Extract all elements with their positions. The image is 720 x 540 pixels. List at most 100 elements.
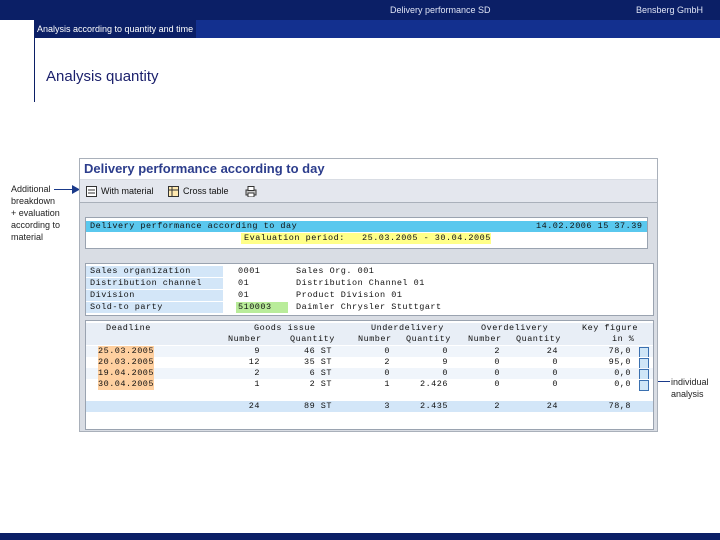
selection-label: Sales organization bbox=[90, 266, 191, 276]
page-title: Analysis quantity bbox=[46, 68, 159, 85]
callout-left-line: breakdown bbox=[11, 196, 56, 206]
sub-quantity: Quantity bbox=[290, 334, 335, 344]
row-od-number: 0 bbox=[494, 368, 500, 378]
row-gi-quantity: 46 ST bbox=[303, 346, 332, 356]
report-window-title: Delivery performance according to day bbox=[80, 159, 657, 179]
header-center-title: Delivery performance SD bbox=[390, 5, 491, 15]
row-od-quantity: 0 bbox=[552, 368, 558, 378]
row-ud-number: 1 bbox=[384, 379, 390, 389]
selection-criteria: Sales organization 0001 Sales Org. 001 D… bbox=[85, 263, 654, 316]
row-ud-quantity: 0 bbox=[442, 346, 448, 356]
selection-value: 01 bbox=[238, 278, 250, 288]
row-od-number: 0 bbox=[494, 357, 500, 367]
report-toolbar: With material Cross table bbox=[80, 180, 657, 203]
row-ud-quantity: 2.426 bbox=[419, 379, 448, 389]
with-material-label: With material bbox=[101, 186, 154, 196]
col-key-figure: Key figure bbox=[582, 323, 639, 333]
row-gi-quantity: 6 ST bbox=[309, 368, 332, 378]
row-gi-quantity: 35 ST bbox=[303, 357, 332, 367]
total-od-number: 2 bbox=[494, 401, 500, 411]
callout-left-line: Additional bbox=[11, 184, 51, 194]
sap-report-window: Delivery performance according to day Wi… bbox=[79, 158, 658, 432]
row-od-quantity: 24 bbox=[546, 346, 558, 356]
sub-quantity: Quantity bbox=[516, 334, 561, 344]
row-key-figure: 78,0 bbox=[608, 346, 631, 356]
row-key-figure: 0,0 bbox=[614, 368, 631, 378]
top-bar: Delivery performance SD Bensberg GmbH bbox=[0, 0, 720, 20]
row-od-quantity: 0 bbox=[552, 379, 558, 389]
row-ud-number: 2 bbox=[384, 357, 390, 367]
sub-quantity: Quantity bbox=[406, 334, 451, 344]
col-deadline: Deadline bbox=[106, 323, 151, 333]
sub-number: Number bbox=[358, 334, 392, 344]
report-timestamp: 14.02.2006 15 37.39 bbox=[536, 221, 643, 231]
report-header: Delivery performance according to day 14… bbox=[85, 217, 648, 249]
row-od-number: 2 bbox=[494, 346, 500, 356]
callout-left-line: + evaluation bbox=[11, 208, 60, 218]
results-table: Deadline Goods issue Underdelivery Overd… bbox=[85, 320, 654, 430]
col-underdelivery: Underdelivery bbox=[371, 323, 444, 333]
row-gi-number: 1 bbox=[254, 379, 260, 389]
total-key-figure: 78,8 bbox=[608, 401, 631, 411]
with-material-button[interactable]: With material bbox=[86, 184, 154, 198]
cross-table-button[interactable]: Cross table bbox=[168, 184, 229, 198]
total-ud-quantity: 2.435 bbox=[419, 401, 448, 411]
row-key-figure: 95,0 bbox=[608, 357, 631, 367]
total-gi-quantity: 89 ST bbox=[303, 401, 332, 411]
cross-table-label: Cross table bbox=[183, 186, 229, 196]
print-button[interactable] bbox=[245, 184, 260, 198]
selection-value: 01 bbox=[238, 290, 250, 300]
section-subtitle: Analysis according to quantity and time bbox=[34, 20, 197, 38]
report-header-title: Delivery performance according to day bbox=[90, 221, 298, 231]
selection-text: Distribution Channel 01 bbox=[296, 278, 425, 288]
selection-label: Distribution channel bbox=[90, 278, 203, 288]
col-goods-issue: Goods issue bbox=[254, 323, 316, 333]
sub-number: Number bbox=[468, 334, 502, 344]
row-date: 30.04.2005 bbox=[98, 379, 155, 390]
row-gi-number: 12 bbox=[248, 357, 260, 367]
detail-analysis-icon[interactable] bbox=[639, 380, 649, 391]
row-key-figure: 0,0 bbox=[614, 379, 631, 389]
row-date: 25.03.2005 bbox=[98, 346, 155, 357]
callout-left: Additional breakdown + evaluation accord… bbox=[11, 183, 60, 243]
header-company: Bensberg GmbH bbox=[636, 5, 704, 15]
row-date: 19.04.2005 bbox=[98, 368, 155, 379]
row-date: 20.03.2005 bbox=[98, 357, 155, 368]
cross-table-icon bbox=[168, 186, 179, 198]
selection-text: Product Division 01 bbox=[296, 290, 403, 300]
selection-label: Division bbox=[90, 290, 135, 300]
row-ud-quantity: 0 bbox=[442, 368, 448, 378]
selection-value: 510003 bbox=[238, 302, 272, 312]
table-header-band bbox=[86, 323, 653, 334]
row-ud-number: 0 bbox=[384, 368, 390, 378]
callout-right-line: analysis bbox=[671, 389, 704, 399]
row-ud-number: 0 bbox=[384, 346, 390, 356]
bottom-bar bbox=[0, 533, 720, 540]
callout-left-line: according to bbox=[11, 220, 61, 230]
evaluation-period-value: 25.03.2005 - 30.04.2005 bbox=[362, 233, 491, 243]
total-od-quantity: 24 bbox=[546, 401, 558, 411]
row-gi-quantity: 2 ST bbox=[309, 379, 332, 389]
selection-text: Daimler Chrysler Stuttgart bbox=[296, 302, 442, 312]
callout-right: individual analysis bbox=[671, 376, 709, 400]
selection-label: Sold-to party bbox=[90, 302, 163, 312]
material-list-icon bbox=[86, 186, 97, 198]
selection-text: Sales Org. 001 bbox=[296, 266, 375, 276]
row-od-quantity: 0 bbox=[552, 357, 558, 367]
row-gi-number: 2 bbox=[254, 368, 260, 378]
row-od-number: 0 bbox=[494, 379, 500, 389]
col-overdelivery: Overdelivery bbox=[481, 323, 549, 333]
total-gi-number: 24 bbox=[248, 401, 260, 411]
callout-right-line: individual bbox=[671, 377, 709, 387]
selection-value: 0001 bbox=[238, 266, 261, 276]
row-gi-number: 9 bbox=[254, 346, 260, 356]
evaluation-period-label: Evaluation period: bbox=[244, 233, 345, 243]
total-ud-number: 3 bbox=[384, 401, 390, 411]
sub-number: Number bbox=[228, 334, 262, 344]
left-divider bbox=[34, 20, 35, 102]
printer-icon bbox=[245, 186, 257, 198]
row-ud-quantity: 9 bbox=[442, 357, 448, 367]
sub-in-pct: in % bbox=[612, 334, 635, 344]
sub-bar: Analysis according to quantity and time bbox=[34, 20, 720, 38]
callout-left-line: material bbox=[11, 232, 44, 242]
